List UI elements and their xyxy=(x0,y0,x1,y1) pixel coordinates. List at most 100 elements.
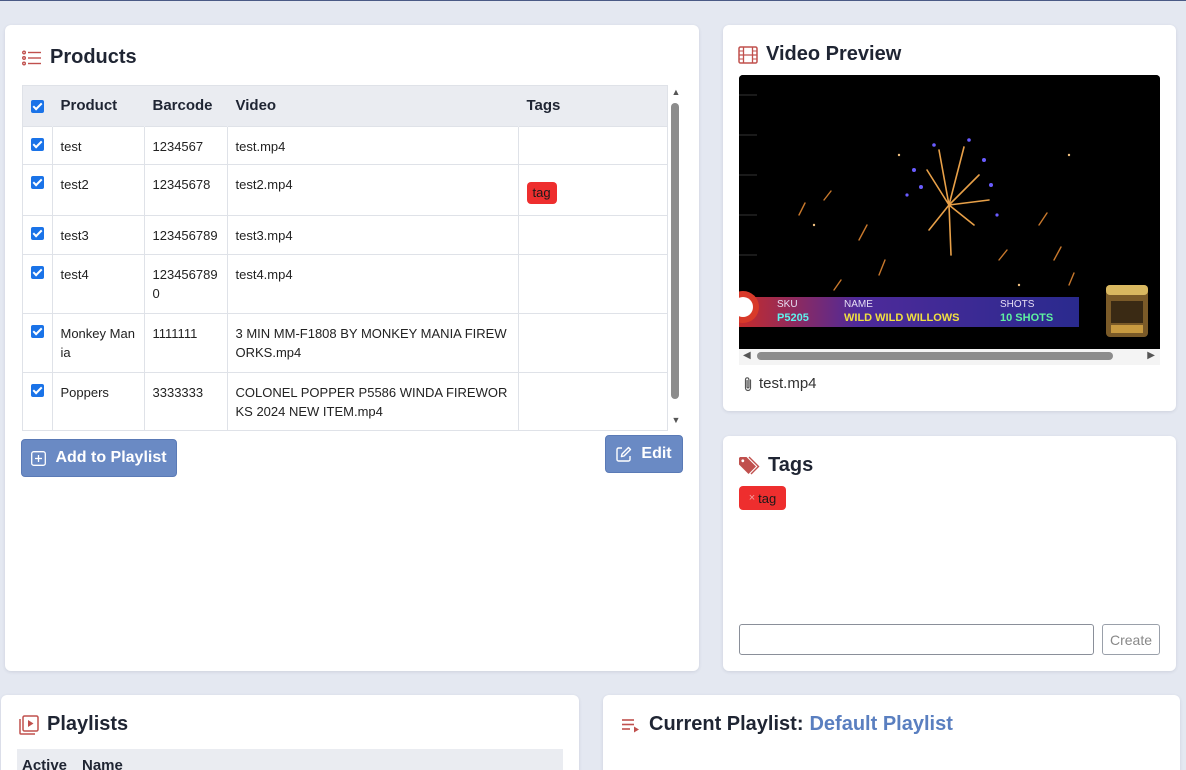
scroll-right-arrow[interactable]: ▶ xyxy=(1147,350,1155,361)
tag-chip[interactable]: × tag xyxy=(739,486,786,510)
tags-cell xyxy=(518,371,667,430)
barcode-cell: 1234567 xyxy=(144,125,228,164)
column-header-active[interactable]: Active xyxy=(22,757,67,770)
overlay-sku-label: SKU xyxy=(777,299,798,310)
scroll-down-arrow[interactable]: ▼ xyxy=(671,415,681,425)
video-cell: test2.mp4 xyxy=(227,163,519,215)
playlists-title: Playlists xyxy=(47,713,129,735)
add-to-playlist-label: Add to Playlist xyxy=(55,449,167,466)
barcode-cell: 1111111 xyxy=(144,312,228,372)
barcode-cell: 1234567890 xyxy=(144,253,228,313)
video-cell: test.mp4 xyxy=(227,125,519,164)
row-checkbox[interactable] xyxy=(31,137,44,151)
product-cell: test2 xyxy=(52,163,145,215)
products-header: Products xyxy=(22,46,137,69)
table-row[interactable]: test 1234567 test.mp4 xyxy=(23,125,667,164)
tags-title: Tags xyxy=(768,454,814,476)
edit-label: Edit xyxy=(641,445,672,462)
overlay-name-value: WILD WILD WILLOWS xyxy=(844,312,959,324)
column-header-video[interactable]: Video xyxy=(227,86,519,126)
overlay-shots-label: SHOTS xyxy=(1000,299,1035,310)
table-row[interactable]: test3 123456789 test3.mp4 xyxy=(23,214,667,254)
table-row[interactable]: Poppers 3333333 COLONEL POPPER P5586 WIN… xyxy=(23,371,667,430)
overlay-sku-value: P5205 xyxy=(777,312,809,324)
create-tag-button[interactable]: Create xyxy=(1102,624,1160,655)
paperclip-icon xyxy=(743,376,753,392)
tags-cell xyxy=(518,312,667,372)
scroll-up-arrow[interactable]: ▲ xyxy=(671,87,681,97)
products-card: Products Product Barcode Video Tags test xyxy=(5,25,699,671)
row-checkbox[interactable] xyxy=(31,175,44,189)
fireworks-frame: SKU P5205 NAME WILD WILD WILLOWS SHOTS 1… xyxy=(739,75,1160,349)
select-all-cell xyxy=(23,86,53,126)
video-cell: COLONEL POPPER P5586 WINDA FIREWORKS 202… xyxy=(227,371,519,430)
playlist-play-icon xyxy=(19,714,39,735)
playlists-table-header: Active Name xyxy=(17,749,563,770)
video-file-name: test.mp4 xyxy=(759,375,817,392)
edit-icon xyxy=(616,446,632,462)
column-header-name[interactable]: Name xyxy=(82,757,123,770)
current-playlist-header: Current Playlist: Default Playlist xyxy=(621,713,953,736)
tags-cell xyxy=(518,214,667,254)
video-cell: test4.mp4 xyxy=(227,253,519,313)
product-cell: test4 xyxy=(52,253,145,313)
row-checkbox[interactable] xyxy=(31,226,44,240)
video-cell: 3 MIN MM-F1808 BY MONKEY MANIA FIREWORKS… xyxy=(227,312,519,372)
remove-tag-icon[interactable]: × xyxy=(749,492,755,504)
video-cell: test3.mp4 xyxy=(227,214,519,254)
tag-chip-label: tag xyxy=(758,490,777,506)
table-row[interactable]: test4 1234567890 test4.mp4 xyxy=(23,253,667,313)
playlists-card: Playlists Active Name xyxy=(1,695,579,770)
add-to-playlist-button[interactable]: Add to Playlist xyxy=(21,439,177,477)
top-border xyxy=(0,0,1186,1)
scrollbar-thumb[interactable] xyxy=(757,352,1113,360)
table-row[interactable]: Monkey Mania 1111111 3 MIN MM-F1808 BY M… xyxy=(23,312,667,372)
video-preview-header: Video Preview xyxy=(738,43,901,66)
current-playlist-card: Current Playlist: Default Playlist xyxy=(603,695,1180,770)
select-all-checkbox[interactable] xyxy=(31,99,44,113)
table-header-row: Product Barcode Video Tags xyxy=(23,86,667,126)
column-header-barcode[interactable]: Barcode xyxy=(144,86,228,126)
barcode-cell: 123456789 xyxy=(144,214,228,254)
list-icon xyxy=(22,50,42,66)
video-player[interactable]: SKU P5205 NAME WILD WILD WILLOWS SHOTS 1… xyxy=(739,75,1160,349)
column-header-product[interactable]: Product xyxy=(52,86,145,126)
column-header-tags[interactable]: Tags xyxy=(518,86,667,126)
tags-header: Tags xyxy=(738,454,813,477)
tags-cell xyxy=(518,125,667,164)
scrollbar-thumb[interactable] xyxy=(671,103,679,399)
row-checkbox[interactable] xyxy=(31,383,44,397)
tags-card: Tags × tag Create xyxy=(723,436,1176,671)
current-playlist-label: Current Playlist: xyxy=(649,713,804,735)
video-preview-title: Video Preview xyxy=(766,43,902,65)
new-tag-input[interactable] xyxy=(739,624,1094,655)
overlay-shots-value: 10 SHOTS xyxy=(1000,312,1053,324)
video-file-attachment[interactable]: test.mp4 xyxy=(743,375,817,392)
products-title: Products xyxy=(50,46,137,68)
tag-badge[interactable]: tag xyxy=(526,181,557,204)
products-table: Product Barcode Video Tags test 1234567 … xyxy=(22,85,668,431)
current-playlist-name[interactable]: Default Playlist xyxy=(809,713,952,736)
playlists-header: Playlists xyxy=(19,713,128,736)
tags-cell: tag xyxy=(518,163,667,215)
video-horizontal-scrollbar[interactable]: ◀ ▶ xyxy=(739,349,1160,365)
queue-icon xyxy=(621,717,641,733)
product-cell: test3 xyxy=(52,214,145,254)
tags-cell xyxy=(518,253,667,313)
product-cell: Monkey Mania xyxy=(52,312,145,372)
plus-square-icon xyxy=(31,450,47,466)
row-checkbox[interactable] xyxy=(31,324,44,338)
video-preview-card: Video Preview SKU P5205 NAME WILD WILD W… xyxy=(723,25,1176,411)
barcode-cell: 3333333 xyxy=(144,371,228,430)
product-cell: Poppers xyxy=(52,371,145,430)
tag-icon xyxy=(738,456,760,476)
table-scrollbar[interactable] xyxy=(671,103,679,399)
row-checkbox[interactable] xyxy=(31,265,44,279)
film-icon xyxy=(738,45,758,64)
scroll-left-arrow[interactable]: ◀ xyxy=(743,350,751,361)
table-row[interactable]: test2 12345678 test2.mp4 tag xyxy=(23,163,667,215)
barcode-cell: 12345678 xyxy=(144,163,228,215)
product-cell: test xyxy=(52,125,145,164)
overlay-name-label: NAME xyxy=(844,299,873,310)
edit-button[interactable]: Edit xyxy=(605,435,683,473)
